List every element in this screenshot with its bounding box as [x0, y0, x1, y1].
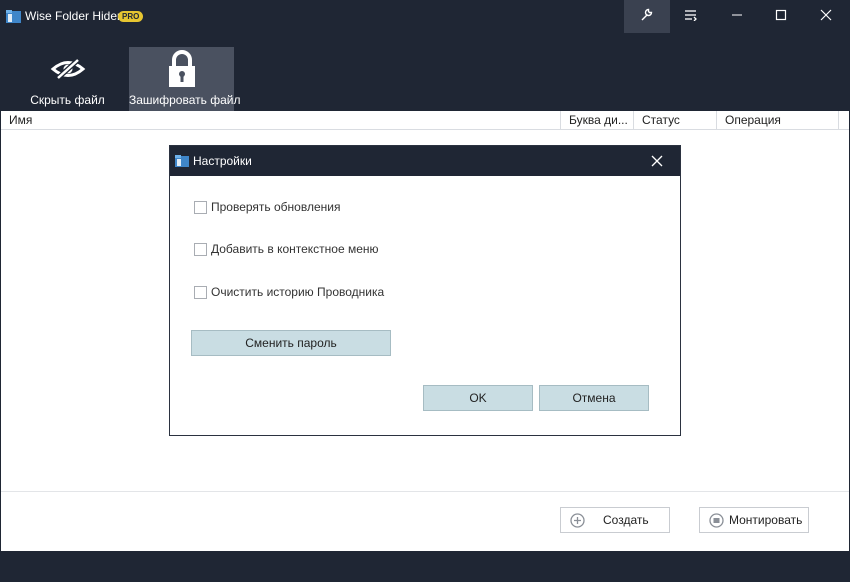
hidden-eye-icon [15, 49, 120, 89]
status-bar [0, 551, 850, 582]
cancel-button[interactable]: Отмена [539, 385, 649, 411]
app-logo-icon [175, 155, 189, 167]
close-button[interactable] [803, 0, 849, 33]
plus-circle-icon [570, 513, 585, 528]
ok-button[interactable]: OK [423, 385, 533, 411]
column-header-name[interactable]: Имя [1, 111, 561, 130]
encrypt-file-label: Зашифровать файл [129, 93, 241, 107]
create-button-label: Создать [603, 513, 649, 527]
mount-disk-icon [709, 513, 724, 528]
minimize-icon [731, 9, 743, 24]
divider [1, 491, 849, 492]
column-header-status[interactable]: Статус [634, 111, 717, 130]
wrench-icon [639, 7, 655, 26]
title-bar: Wise Folder Hider PRO [0, 0, 850, 33]
hide-file-label: Скрыть файл [30, 93, 105, 107]
maximize-button[interactable] [758, 0, 804, 33]
context-menu-label: Добавить в контекстное меню [211, 242, 379, 256]
menu-button[interactable] [668, 0, 714, 33]
minimize-button[interactable] [714, 0, 760, 33]
clear-history-label: Очистить историю Проводника [211, 285, 385, 299]
lock-icon [129, 49, 234, 89]
create-button[interactable]: Создать [560, 507, 670, 533]
encrypt-file-button[interactable]: Зашифровать файл [129, 47, 241, 111]
check-updates-checkbox[interactable] [194, 201, 207, 214]
app-logo-icon [6, 10, 21, 23]
mount-button[interactable]: Монтировать [699, 507, 809, 533]
change-password-button[interactable]: Сменить пароль [191, 330, 391, 356]
column-header-row: Имя Буква ди... Статус Операция [1, 111, 849, 130]
close-icon [820, 9, 832, 24]
clear-history-checkbox[interactable] [194, 286, 207, 299]
settings-dialog: Настройки Проверять обновления Добавить … [169, 145, 681, 436]
tools-button[interactable] [624, 0, 670, 33]
dialog-close-icon[interactable] [648, 152, 666, 170]
column-header-drive-letter[interactable]: Буква ди... [561, 111, 634, 130]
mount-button-label: Монтировать [729, 513, 803, 527]
check-updates-label: Проверять обновления [211, 200, 341, 214]
column-header-operation[interactable]: Операция [717, 111, 839, 130]
app-title: Wise Folder Hider [25, 9, 122, 23]
hide-file-button[interactable]: Скрыть файл [15, 47, 120, 111]
dialog-title-bar: Настройки [170, 146, 680, 176]
pro-badge: PRO [118, 11, 144, 22]
context-menu-checkbox[interactable] [194, 243, 207, 256]
toolbar: Скрыть файл Зашифровать файл [0, 33, 850, 111]
dialog-title: Настройки [193, 154, 252, 168]
maximize-icon [775, 9, 787, 24]
menu-icon [684, 9, 698, 24]
